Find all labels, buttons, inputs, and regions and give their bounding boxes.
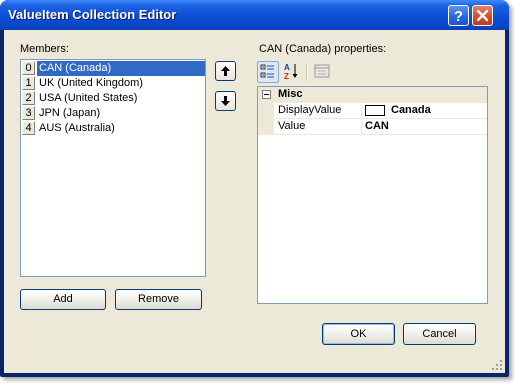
arrow-down-icon (221, 96, 230, 106)
property-grid[interactable]: Misc DisplayValue Canada Value CAN (257, 86, 488, 304)
dialog-client-area: Members: 0 CAN (Canada) 1 UK (United Kin… (4, 30, 505, 373)
list-item-text: AUS (Australia) (39, 122, 115, 134)
list-item-index: 3 (22, 106, 35, 120)
ok-button[interactable]: OK (322, 323, 395, 345)
window-title: ValueItem Collection Editor (8, 7, 177, 22)
members-label: Members: (20, 43, 69, 55)
list-item-index: 1 (22, 76, 35, 90)
row-margin (258, 103, 274, 119)
close-button[interactable] (472, 5, 493, 26)
property-pages-button[interactable] (312, 61, 334, 83)
title-bar[interactable]: ValueItem Collection Editor ? (0, 0, 509, 30)
column-splitter[interactable] (361, 103, 362, 119)
category-row-misc[interactable]: Misc (258, 87, 487, 103)
color-swatch (365, 105, 385, 116)
column-splitter[interactable] (361, 119, 362, 135)
toolbar-separator (306, 63, 308, 81)
property-value[interactable]: Canada (391, 104, 431, 116)
remove-button[interactable]: Remove (115, 289, 202, 310)
list-item-text: JPN (Japan) (39, 107, 101, 119)
move-down-button[interactable] (215, 91, 236, 111)
list-item[interactable]: 3 JPN (Japan) (21, 106, 205, 121)
resize-grip-icon[interactable] (492, 360, 503, 371)
close-icon (476, 9, 489, 22)
property-grid-toolbar: A Z (257, 60, 487, 84)
list-item-text: UK (United Kingdom) (39, 77, 143, 89)
svg-text:Z: Z (284, 72, 289, 81)
list-item[interactable]: 0 CAN (Canada) (21, 61, 205, 76)
property-name: DisplayValue (278, 104, 342, 116)
move-up-button[interactable] (215, 61, 236, 81)
property-pages-icon (314, 64, 330, 78)
list-item-index: 4 (22, 121, 35, 135)
help-icon: ? (454, 8, 463, 25)
category-name: Misc (278, 88, 303, 100)
list-item[interactable]: 2 USA (United States) (21, 91, 205, 106)
categorized-button[interactable] (257, 61, 279, 83)
list-item-text: CAN (Canada) (37, 61, 205, 76)
alphabetical-button[interactable]: A Z (281, 61, 303, 83)
svg-text:A: A (284, 63, 290, 72)
property-row-value[interactable]: Value CAN (258, 119, 487, 135)
cancel-button[interactable]: Cancel (403, 323, 476, 345)
property-value[interactable]: CAN (365, 120, 389, 132)
dialog-window: ValueItem Collection Editor ? Members: 0… (0, 0, 509, 377)
members-listbox[interactable]: 0 CAN (Canada) 1 UK (United Kingdom) 2 U… (20, 59, 206, 277)
row-margin (258, 119, 274, 135)
arrow-up-icon (221, 66, 230, 76)
list-item[interactable]: 4 AUS (Australia) (21, 121, 205, 136)
list-item-text: USA (United States) (39, 92, 138, 104)
collapse-icon[interactable] (262, 90, 271, 99)
property-row-displayvalue[interactable]: DisplayValue Canada (258, 103, 487, 119)
svg-text:?: ? (454, 8, 463, 25)
properties-label: CAN (Canada) properties: (259, 43, 387, 55)
add-button[interactable]: Add (20, 289, 106, 310)
list-item[interactable]: 1 UK (United Kingdom) (21, 76, 205, 91)
property-name: Value (278, 120, 306, 132)
categorized-icon (260, 64, 274, 78)
help-button[interactable]: ? (448, 5, 469, 26)
list-item-index: 2 (22, 91, 35, 105)
alphabetical-az-icon: A Z (284, 63, 298, 81)
list-item-index: 0 (22, 61, 35, 75)
